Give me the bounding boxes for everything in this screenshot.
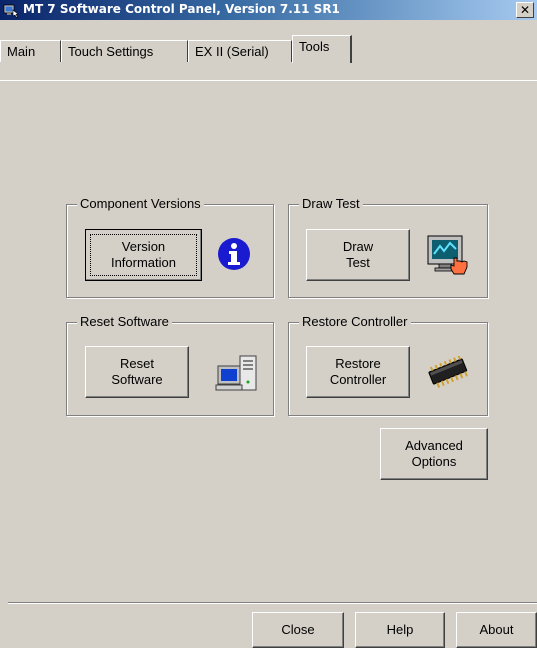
group-label-restore-controller: Restore Controller xyxy=(299,314,411,330)
control-panel-window: MT 7 Software Control Panel, Version 7.1… xyxy=(0,0,537,648)
footer-separator xyxy=(8,602,537,604)
close-window-button[interactable]: ✕ xyxy=(516,2,534,18)
draw-test-button[interactable]: Draw Test xyxy=(306,229,410,281)
help-button[interactable]: Help xyxy=(355,612,445,648)
computer-icon xyxy=(215,355,257,391)
group-label-reset-software: Reset Software xyxy=(77,314,172,330)
group-label-draw-test: Draw Test xyxy=(299,196,363,212)
tab-ex-ii-serial[interactable]: EX II (Serial) xyxy=(188,40,292,62)
tab-main[interactable]: Main xyxy=(0,40,61,62)
info-icon xyxy=(218,238,250,270)
version-information-button[interactable]: Version Information xyxy=(85,229,202,281)
monitor-touch-icon xyxy=(427,235,468,275)
tab-tools[interactable]: Tools xyxy=(292,35,352,63)
window-title: MT 7 Software Control Panel, Version 7.1… xyxy=(23,2,340,16)
advanced-options-button[interactable]: Advanced Options xyxy=(380,428,488,480)
close-button[interactable]: Close xyxy=(252,612,344,648)
about-button[interactable]: About xyxy=(456,612,537,648)
focus-rectangle xyxy=(90,234,197,276)
tab-baseline xyxy=(0,80,537,81)
app-icon xyxy=(3,4,19,18)
group-label-component-versions: Component Versions xyxy=(77,196,204,212)
reset-software-button[interactable]: Reset Software xyxy=(85,346,189,398)
tab-touch-settings[interactable]: Touch Settings xyxy=(61,40,188,62)
title-bar[interactable]: MT 7 Software Control Panel, Version 7.1… xyxy=(0,0,537,20)
restore-controller-button[interactable]: Restore Controller xyxy=(306,346,410,398)
chip-icon xyxy=(428,356,468,388)
